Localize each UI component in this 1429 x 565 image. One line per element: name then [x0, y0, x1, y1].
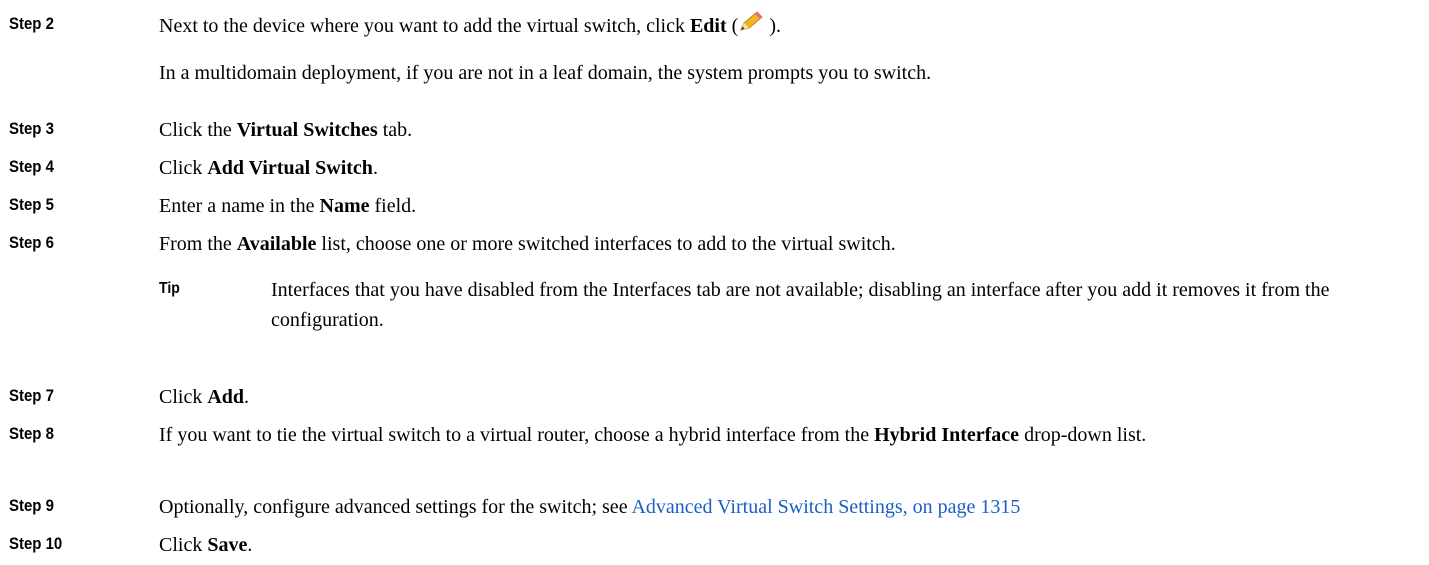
tip-label: Tip — [159, 280, 180, 297]
step-label: Step 9 — [9, 496, 54, 515]
step-text: If you want to tie the virtual switch to… — [159, 424, 1147, 446]
step-note: In a multidomain deployment, if you are … — [159, 62, 932, 84]
step-label: Step 3 — [9, 119, 54, 138]
pencil-edit-icon — [738, 10, 764, 43]
step-label: Step 4 — [9, 157, 54, 176]
name-keyword: Name — [319, 195, 370, 217]
step-label: Step 8 — [9, 424, 54, 443]
available-keyword: Available — [236, 233, 317, 255]
step-text: Enter a name in the Name field. — [159, 195, 417, 217]
step-text: Click the Virtual Switches tab. — [159, 119, 413, 141]
step-text: Click Add Virtual Switch. — [159, 157, 378, 179]
add-keyword: Add — [207, 386, 245, 408]
hybrid-interface-keyword: Hybrid Interface — [874, 424, 1020, 446]
step-text: Optionally, configure advanced settings … — [159, 496, 1021, 518]
step-text: Click Save. — [159, 534, 253, 556]
step-text: Click Add. — [159, 386, 250, 408]
advanced-virtual-switch-settings-link[interactable]: Advanced Virtual Switch Settings, on pag… — [631, 496, 1020, 518]
step-label: Step 2 — [9, 14, 54, 33]
save-keyword: Save — [207, 534, 248, 556]
virtual-switches-keyword: Virtual Switches — [236, 119, 378, 141]
edit-keyword: Edit — [689, 15, 727, 37]
step-text: From the Available list, choose one or m… — [159, 233, 896, 255]
tip-text: Interfaces that you have disabled from t… — [271, 279, 1330, 331]
document-page: Step 2 Next to the device where you want… — [0, 0, 1429, 565]
step-text: Next to the device where you want to add… — [159, 10, 1399, 43]
step-label: Step 5 — [9, 195, 54, 214]
step-label: Step 10 — [9, 534, 63, 553]
step-label: Step 6 — [9, 233, 54, 252]
step-label: Step 7 — [9, 386, 54, 405]
add-virtual-switch-keyword: Add Virtual Switch — [207, 157, 373, 179]
